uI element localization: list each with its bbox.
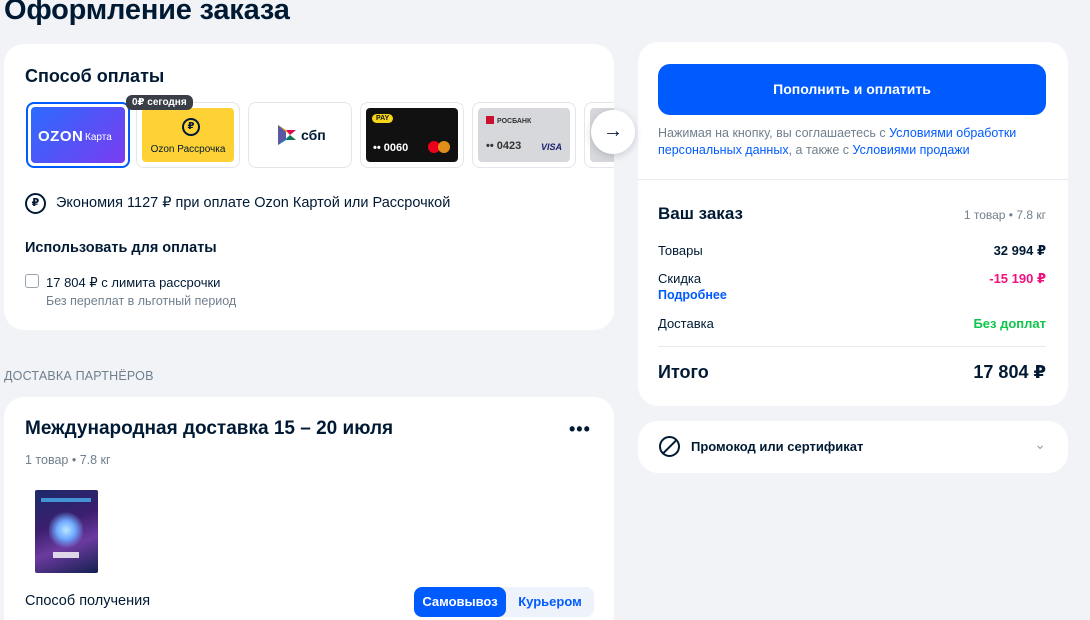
payment-methods-carousel: OZON Карта ₽ Ozon Рассрочка сбп PAY •• 0… [26, 102, 614, 172]
ozon-card-label: Карта [85, 132, 112, 143]
ozon-card-image: OZON Карта [31, 107, 125, 163]
sbp-label: сбп [301, 127, 326, 143]
agreement-text-part: Нажимая на кнопку, вы соглашаетесь с [658, 126, 890, 140]
agreement-text: Нажимая на кнопку, вы соглашаетесь с Усл… [658, 125, 1050, 159]
installment-checkbox[interactable] [25, 274, 39, 288]
payment-card: Способ оплаты OZON Карта ₽ Ozon Рассрочк… [4, 44, 614, 330]
card-number: •• 0423 [486, 140, 522, 152]
payment-method-card-0060[interactable]: PAY •• 0060 [360, 102, 464, 168]
installment-label: Ozon Рассрочка [150, 144, 226, 155]
discount-label: Скидка [658, 271, 702, 286]
ozon-logo: OZON [38, 128, 84, 145]
receive-method-toggle: Самовывоз Курьером [414, 587, 594, 617]
total-value: 17 804 ₽ [973, 362, 1046, 382]
card-number: •• 0060 [373, 142, 409, 154]
sale-terms-link[interactable]: Условиями продажи [852, 143, 969, 157]
delivery-title: Международная доставка 15 – 20 июля [25, 418, 394, 439]
agreement-text-part: , а также с [788, 143, 853, 157]
receive-method-label: Способ получения [25, 593, 151, 609]
courier-option[interactable]: Курьером [506, 587, 594, 617]
discount-icon [659, 436, 680, 457]
use-for-payment-title: Использовать для оплаты [25, 240, 217, 256]
product-art-label [53, 552, 79, 558]
card-0060-image: PAY •• 0060 [366, 108, 458, 162]
rosbank-name: РОСБАНК [497, 118, 532, 125]
partners-delivery-label: ДОСТАВКА ПАРТНЁРОВ [4, 369, 154, 383]
more-options-icon[interactable]: ••• [569, 419, 591, 440]
divider [658, 346, 1046, 347]
delivery-meta: 1 товар • 7.8 кг [25, 453, 111, 467]
payment-method-card-0423[interactable]: РОСБАНК •• 0423 VISA [472, 102, 576, 168]
product-thumbnail[interactable] [35, 490, 98, 573]
chevron-down-icon: ⌄ [1034, 436, 1046, 452]
rosbank-logo: РОСБАНК [486, 116, 531, 125]
promo-code-label: Промокод или сертификат [691, 439, 864, 454]
ruble-icon: ₽ [182, 118, 200, 136]
pickup-option[interactable]: Самовывоз [414, 587, 506, 617]
visa-logo: VISA [540, 142, 562, 152]
page-title: Оформление заказа [4, 0, 290, 26]
your-order-title: Ваш заказ [658, 204, 743, 223]
total-label: Итого [658, 362, 709, 382]
zero-today-badge: 0₽ сегодня [126, 95, 193, 110]
installment-card-image: ₽ Ozon Рассрочка [142, 108, 234, 162]
discount-value: -15 190 ₽ [989, 271, 1046, 286]
divider [638, 179, 1068, 180]
payment-method-ozon-card[interactable]: OZON Карта [26, 102, 130, 168]
delivery-value: Без доплат [973, 316, 1046, 331]
promo-code-row[interactable]: Промокод или сертификат ⌄ [638, 421, 1068, 473]
delivery-label: Доставка [658, 316, 714, 331]
payment-title: Способ оплаты [25, 66, 165, 86]
installment-checkbox-hint: Без переплат в льготный период [46, 294, 237, 308]
ruble-icon: ₽ [25, 193, 46, 214]
topup-and-pay-button[interactable]: Пополнить и оплатить [658, 64, 1046, 115]
goods-value: 32 994 ₽ [993, 243, 1046, 258]
economy-text: Экономия 1127 ₽ при оплате Ozon Картой и… [56, 195, 451, 211]
carousel-next-button[interactable]: → [591, 110, 635, 154]
delivery-card: Международная доставка 15 – 20 июля ••• … [4, 397, 614, 620]
product-art-glow [49, 510, 83, 550]
payment-method-installment[interactable]: ₽ Ozon Рассрочка [136, 102, 240, 168]
order-meta: 1 товар • 7.8 кг [963, 208, 1046, 222]
mastercard-icon [428, 141, 450, 153]
order-summary-card: Пополнить и оплатить Нажимая на кнопку, … [638, 42, 1068, 406]
card-0423-image: РОСБАНК •• 0423 VISA [478, 108, 570, 162]
payment-method-sbp[interactable]: сбп [248, 102, 352, 168]
pay-badge: PAY [372, 114, 394, 123]
goods-label: Товары [658, 243, 703, 258]
product-art-stripe [41, 498, 91, 502]
discount-details-link[interactable]: Подробнее [658, 288, 727, 302]
sbp-logo-icon [278, 125, 296, 145]
installment-checkbox-label[interactable]: 17 804 ₽ с лимита рассрочки [46, 275, 220, 291]
